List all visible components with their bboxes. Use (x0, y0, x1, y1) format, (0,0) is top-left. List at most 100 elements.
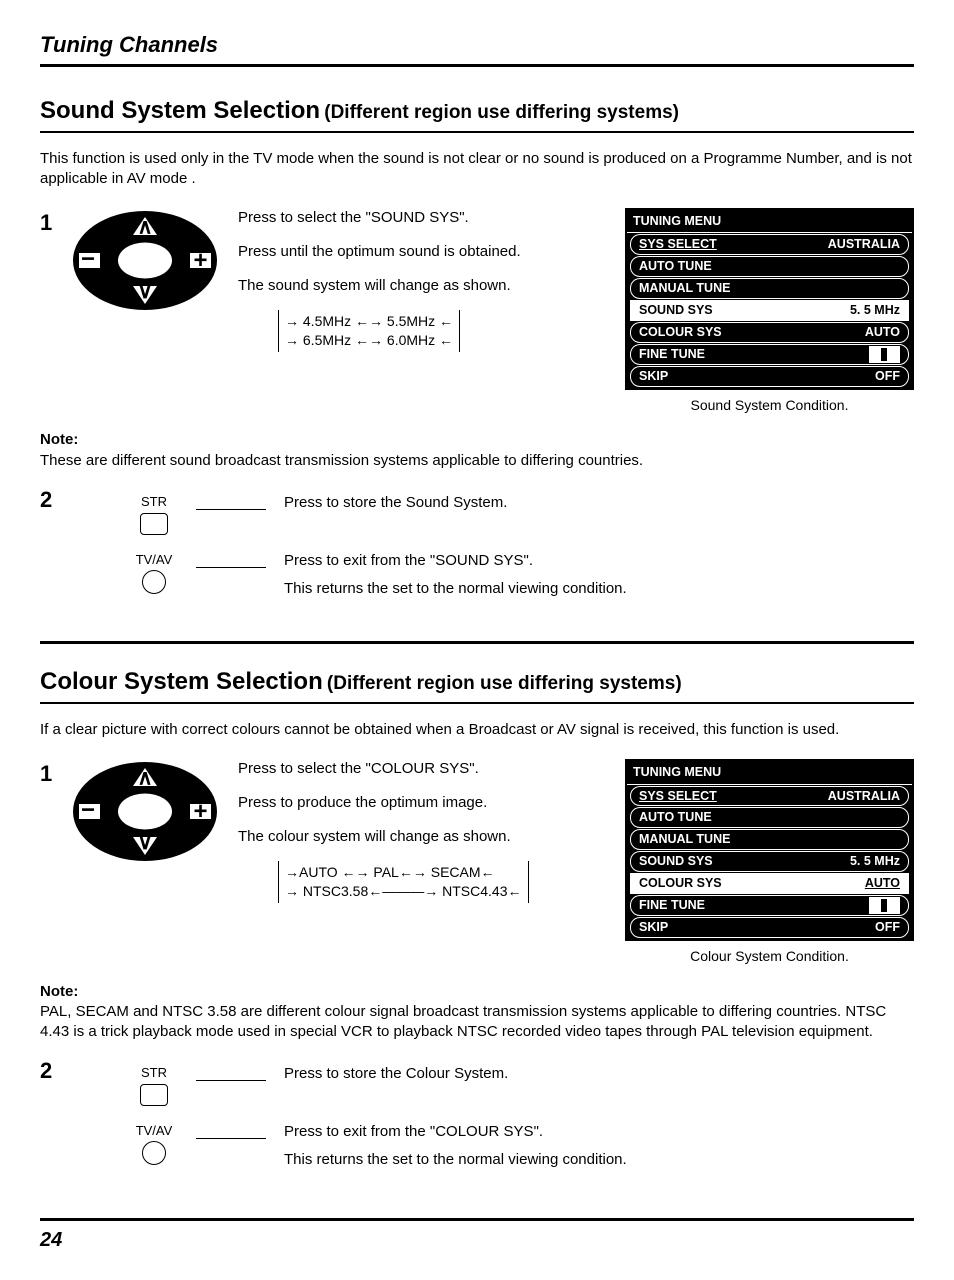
osd-row-value: AUSTRALIA (828, 788, 900, 805)
osd-row-label: MANUAL TUNE (639, 280, 730, 297)
section-divider (40, 641, 914, 644)
colour-cycle-bot: → NTSC3.58←———→ NTSC4.43← (285, 882, 522, 901)
colour-tvav-text2: This returns the set to the normal viewi… (284, 1150, 914, 1170)
osd-row: FINE TUNE (630, 344, 909, 365)
osd-row-label: AUTO TUNE (639, 258, 712, 275)
osd-row: MANUAL TUNE (630, 829, 909, 850)
sound-step2-num: 2 (40, 485, 58, 515)
osd-row: AUTO TUNE (630, 256, 909, 277)
colour-osd-wrap: TUNING MENU SYS SELECT AUSTRALIA AUTO TUNE M… (625, 759, 914, 966)
sound-osd: TUNING MENU SYS SELECT AUSTRALIA AUTO TUNE M… (625, 208, 914, 390)
dpad-icon: ∧ ∨ − + (70, 208, 220, 313)
osd-row: SOUND SYS 5. 5 MHz (630, 300, 909, 321)
osd-row-label: MANUAL TUNE (639, 831, 730, 848)
colour-step1-num: 1 (40, 759, 58, 789)
sound-tvav-text1: Press to exit from the "SOUND SYS". (284, 551, 914, 571)
leader-line (196, 509, 266, 510)
svg-text:∧: ∧ (137, 215, 152, 238)
osd-row: SYS SELECT AUSTRALIA (630, 234, 909, 255)
osd-row-value: AUSTRALIA (828, 236, 900, 253)
svg-text:∨: ∨ (137, 831, 152, 854)
osd-row: SYS SELECT AUSTRALIA (630, 786, 909, 807)
svg-text:−: − (81, 245, 95, 272)
page-title: Tuning Channels (40, 30, 914, 67)
colour-note-label: Note: (40, 982, 914, 1002)
str-button-icon (140, 513, 168, 535)
leader-line (196, 567, 266, 568)
osd-row-value (869, 897, 900, 914)
osd-row-value: 5. 5 MHz (850, 853, 900, 870)
osd-row-value: 5. 5 MHz (850, 302, 900, 319)
osd-row-value: OFF (875, 919, 900, 936)
osd-row: MANUAL TUNE (630, 278, 909, 299)
osd-row-label: COLOUR SYS (639, 324, 722, 341)
osd-row-label: SOUND SYS (639, 853, 713, 870)
sound-cycle-bot: → 6.5MHz ←→ 6.0MHz ← (285, 331, 453, 350)
osd-row-label: SOUND SYS (639, 302, 713, 319)
colour-step2-num: 2 (40, 1056, 58, 1086)
sound-step1-num: 1 (40, 208, 58, 238)
osd-row-label: AUTO TUNE (639, 809, 712, 826)
str-label: STR (141, 1064, 167, 1082)
osd-row-label: SYS SELECT (639, 236, 717, 253)
osd-row-label: COLOUR SYS (639, 875, 722, 892)
colour-cycle-top: →AUTO ←→ PAL←→ SECAM← (285, 863, 522, 882)
osd-row-value: AUTO (865, 875, 900, 892)
colour-note-text: PAL, SECAM and NTSC 3.58 are different c… (40, 1002, 914, 1043)
colour-step1-line2: Press to produce the optimum image. (238, 793, 529, 813)
osd-row: SOUND SYS 5. 5 MHz (630, 851, 909, 872)
svg-text:+: + (193, 247, 207, 274)
osd-row: COLOUR SYS AUTO (630, 322, 909, 343)
tvav-label: TV/AV (136, 1122, 173, 1140)
tvav-label: TV/AV (136, 551, 173, 569)
osd-row: AUTO TUNE (630, 807, 909, 828)
osd-row-value: AUTO (865, 324, 900, 341)
sound-title-main: Sound System Selection (40, 97, 320, 124)
sound-str-text: Press to store the Sound System. (284, 493, 914, 513)
sound-note-text: These are different sound broadcast tran… (40, 451, 914, 471)
osd-row-label: FINE TUNE (639, 897, 705, 914)
osd-row: SKIP OFF (630, 366, 909, 387)
colour-intro: If a clear picture with correct colours … (40, 720, 914, 740)
osd-title: TUNING MENU (627, 210, 912, 234)
sound-cycle-diagram: → 4.5MHz ←→ 5.5MHz ← → 6.5MHz ←→ 6.0MHz … (278, 310, 460, 352)
colour-cycle-diagram: →AUTO ←→ PAL←→ SECAM← → NTSC3.58←———→ NT… (278, 861, 529, 903)
tvav-button-icon (142, 1141, 166, 1165)
osd-row-label: SKIP (639, 919, 668, 936)
leader-line (196, 1080, 266, 1081)
osd-row-label: FINE TUNE (639, 346, 705, 363)
osd-row-value (869, 346, 900, 363)
sound-intro: This function is used only in the TV mod… (40, 149, 914, 190)
sound-note-label: Note: (40, 430, 914, 450)
colour-tvav-text1: Press to exit from the "COLOUR SYS". (284, 1122, 914, 1142)
leader-line (196, 1138, 266, 1139)
sound-step1-line1: Press to select the "SOUND SYS". (238, 208, 521, 228)
svg-text:+: + (193, 798, 207, 825)
osd-row-value: OFF (875, 368, 900, 385)
colour-title-main: Colour System Selection (40, 668, 323, 695)
colour-step1-line1: Press to select the "COLOUR SYS". (238, 759, 529, 779)
sound-step1-line3: The sound system will change as shown. (238, 276, 521, 296)
str-button-icon (140, 1084, 168, 1106)
colour-osd: TUNING MENU SYS SELECT AUSTRALIA AUTO TUNE M… (625, 759, 914, 941)
dpad-icon: ∧ ∨ − + (70, 759, 220, 864)
svg-text:∧: ∧ (137, 766, 152, 789)
svg-text:∨: ∨ (137, 280, 152, 303)
tvav-button-icon (142, 570, 166, 594)
sound-step1-line2: Press until the optimum sound is obtaine… (238, 242, 521, 262)
osd-row: SKIP OFF (630, 917, 909, 938)
colour-osd-caption: Colour System Condition. (625, 947, 914, 966)
sound-tvav-text2: This returns the set to the normal viewi… (284, 579, 914, 599)
section-title-colour: Colour System Selection (Different regio… (40, 666, 914, 704)
osd-row: COLOUR SYS AUTO (630, 873, 909, 894)
colour-title-sub: (Different region use differing systems) (327, 673, 682, 694)
osd-title: TUNING MENU (627, 761, 912, 785)
sound-title-sub: (Different region use differing systems) (324, 102, 679, 123)
section-title-sound: Sound System Selection (Different region… (40, 95, 914, 133)
colour-str-text: Press to store the Colour System. (284, 1064, 914, 1084)
colour-step1-line3: The colour system will change as shown. (238, 827, 529, 847)
page-number: 24 (40, 1218, 914, 1254)
osd-row-label: SKIP (639, 368, 668, 385)
osd-row-label: SYS SELECT (639, 788, 717, 805)
str-label: STR (141, 493, 167, 511)
